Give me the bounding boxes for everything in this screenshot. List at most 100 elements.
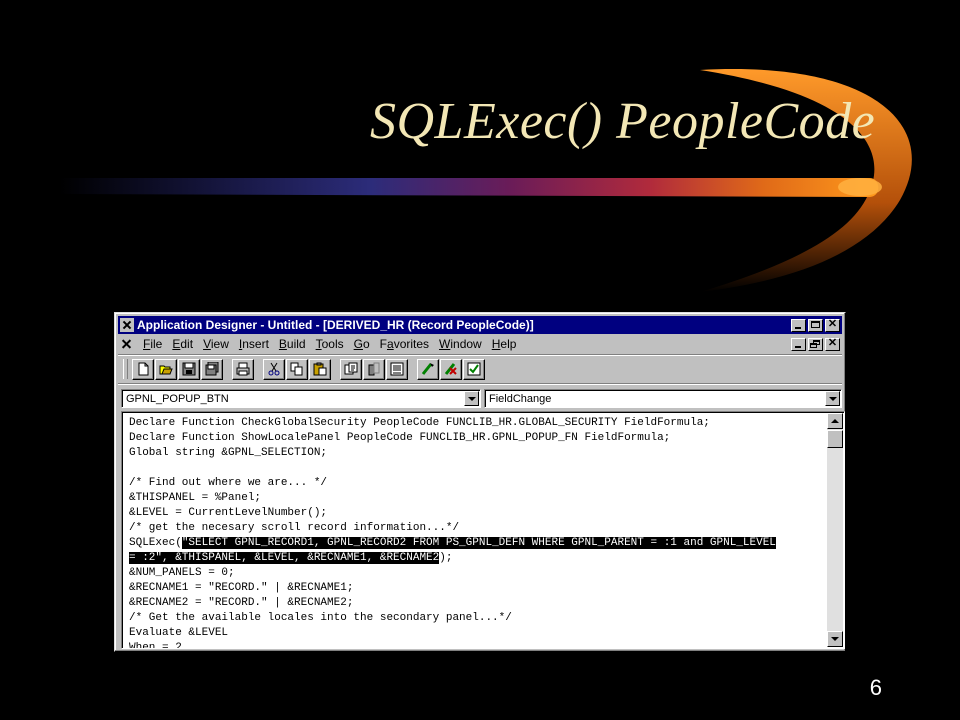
save-button[interactable] (178, 358, 200, 380)
window-title: Application Designer - Untitled - [DERIV… (137, 318, 534, 332)
menu-bar: File Edit View Insert Build Tools Go Fav… (118, 335, 842, 353)
menu-file-label: ile (150, 337, 163, 351)
validate-button[interactable] (417, 358, 439, 380)
menu-go-label: o (362, 337, 370, 351)
event-dropdown[interactable]: FieldChange (484, 389, 842, 408)
save-all-button[interactable] (201, 358, 223, 380)
menu-tools-label: ools (321, 337, 344, 351)
properties-button[interactable] (386, 358, 408, 380)
app-designer-icon[interactable] (120, 318, 134, 332)
new-button[interactable] (132, 358, 154, 380)
title-swoosh-decoration (60, 69, 912, 292)
menu-favorites[interactable]: Favorites (375, 337, 434, 351)
chevron-down-icon[interactable] (464, 391, 479, 406)
menu-tools[interactable]: Tools (311, 337, 349, 351)
paste-icon (313, 362, 327, 376)
minimize-button[interactable] (791, 318, 806, 332)
check-icon (467, 362, 481, 376)
print-button[interactable] (232, 358, 254, 380)
child-minimize-button[interactable] (791, 337, 806, 351)
menu-build[interactable]: Build (274, 337, 311, 351)
selected-sql-text-cont: = :2", &THISPANEL, &LEVEL, &RECNAME1, &R… (129, 552, 440, 564)
replace-icon (368, 362, 380, 376)
code-sqlexec-end: ); (439, 552, 453, 564)
code-line: /* Get the available locales into the se… (129, 612, 512, 624)
record-field-value: GPNL_POPUP_BTN (126, 392, 229, 405)
code-line: &NUM_PANELS = 0; (129, 567, 235, 579)
code-line: Evaluate &LEVEL (129, 627, 229, 639)
event-value: FieldChange (489, 392, 552, 405)
menu-help[interactable]: Help (487, 337, 522, 351)
close-icon: ✕ (827, 336, 838, 349)
toolbar (123, 358, 494, 380)
close-button[interactable]: ✕ (825, 317, 840, 332)
menu-window-label: indow (450, 337, 482, 351)
code-line: &RECNAME1 = "RECORD." | &RECNAME1; (129, 582, 354, 594)
cut-button[interactable] (263, 358, 285, 380)
replace-button[interactable] (363, 358, 385, 380)
restore-icon-front (810, 342, 817, 348)
save-all-icon (205, 362, 219, 376)
menu-build-mnemonic: B (278, 337, 287, 351)
maximize-button[interactable] (808, 318, 823, 332)
code-line: &LEVEL = CurrentLevelNumber(); (129, 507, 328, 519)
code-editor[interactable]: Declare Function CheckGlobalSecurity Peo… (121, 411, 845, 649)
scroll-up-button[interactable] (827, 413, 843, 429)
menu-window-mnemonic: W (439, 337, 451, 351)
minimize-icon (795, 345, 801, 348)
window-titlebar[interactable]: Application Designer - Untitled - [DERIV… (118, 316, 842, 334)
maximize-icon (811, 320, 820, 328)
menu-view-label: iew (210, 337, 229, 351)
code-line-sqlexec: SQLExec("SELECT GPNL_RECORD1, GPNL_RECOR… (129, 536, 822, 551)
code-line: Global string &GPNL_SELECTION; (129, 447, 328, 459)
properties-icon (390, 362, 404, 376)
validate-icon (421, 363, 434, 375)
menu-view[interactable]: View (198, 337, 234, 351)
child-restore-button[interactable] (808, 337, 823, 351)
code-line: /* Find out where we are... */ (129, 477, 328, 489)
record-field-dropdown[interactable]: GPNL_POPUP_BTN (121, 389, 481, 408)
menu-insert[interactable]: Insert (234, 337, 274, 351)
application-designer-window: Application Designer - Untitled - [DERIV… (114, 312, 846, 652)
vertical-scrollbar[interactable] (827, 413, 843, 647)
code-line: When = 2 (129, 642, 182, 649)
scroll-thumb[interactable] (827, 430, 843, 448)
menu-file[interactable]: File (138, 337, 167, 351)
new-icon (138, 362, 149, 376)
code-line-sqlexec-cont: = :2", &THISPANEL, &LEVEL, &RECNAME1, &R… (129, 551, 822, 566)
copy-button[interactable] (286, 358, 308, 380)
code-sqlexec-call: SQLExec( (129, 537, 182, 549)
save-icon (182, 362, 196, 376)
find-icon (344, 362, 358, 375)
selected-sql-text: "SELECT GPNL_RECORD1, GPNL_RECORD2 FROM … (181, 537, 776, 549)
code-line: Declare Function ShowLocalePanel PeopleC… (129, 432, 671, 444)
menu-edit[interactable]: Edit (167, 337, 198, 351)
code-line: &RECNAME2 = "RECORD." | &RECNAME2; (129, 597, 354, 609)
menu-build-label: uild (286, 337, 306, 351)
document-icon[interactable] (120, 337, 134, 351)
slide-title: SQLExec() PeopleCode (370, 93, 876, 150)
compile-icon (444, 363, 457, 375)
menu-window[interactable]: Window (434, 337, 487, 351)
code-text: Declare Function CheckGlobalSecurity Peo… (129, 416, 822, 649)
code-line: &THISPANEL = %Panel; (129, 492, 262, 504)
page-number: 6 (869, 675, 882, 700)
scroll-down-button[interactable] (827, 631, 843, 647)
check-button[interactable] (463, 358, 485, 380)
code-line: Declare Function CheckGlobalSecurity Peo… (129, 417, 710, 429)
cut-icon (268, 362, 280, 376)
toolbar-grip[interactable] (123, 359, 128, 379)
open-button[interactable] (155, 358, 177, 380)
menu-favorites-mnemonic: a (387, 337, 394, 351)
compile-button[interactable] (440, 358, 462, 380)
chevron-down-icon[interactable] (825, 391, 840, 406)
paste-button[interactable] (309, 358, 331, 380)
find-button[interactable] (340, 358, 362, 380)
child-close-button[interactable]: ✕ (825, 336, 840, 351)
minimize-icon (795, 326, 801, 329)
menu-insert-label: nsert (242, 337, 269, 351)
close-icon: ✕ (827, 317, 838, 330)
menu-go[interactable]: Go (349, 337, 375, 351)
menu-view-mnemonic: V (203, 337, 211, 351)
